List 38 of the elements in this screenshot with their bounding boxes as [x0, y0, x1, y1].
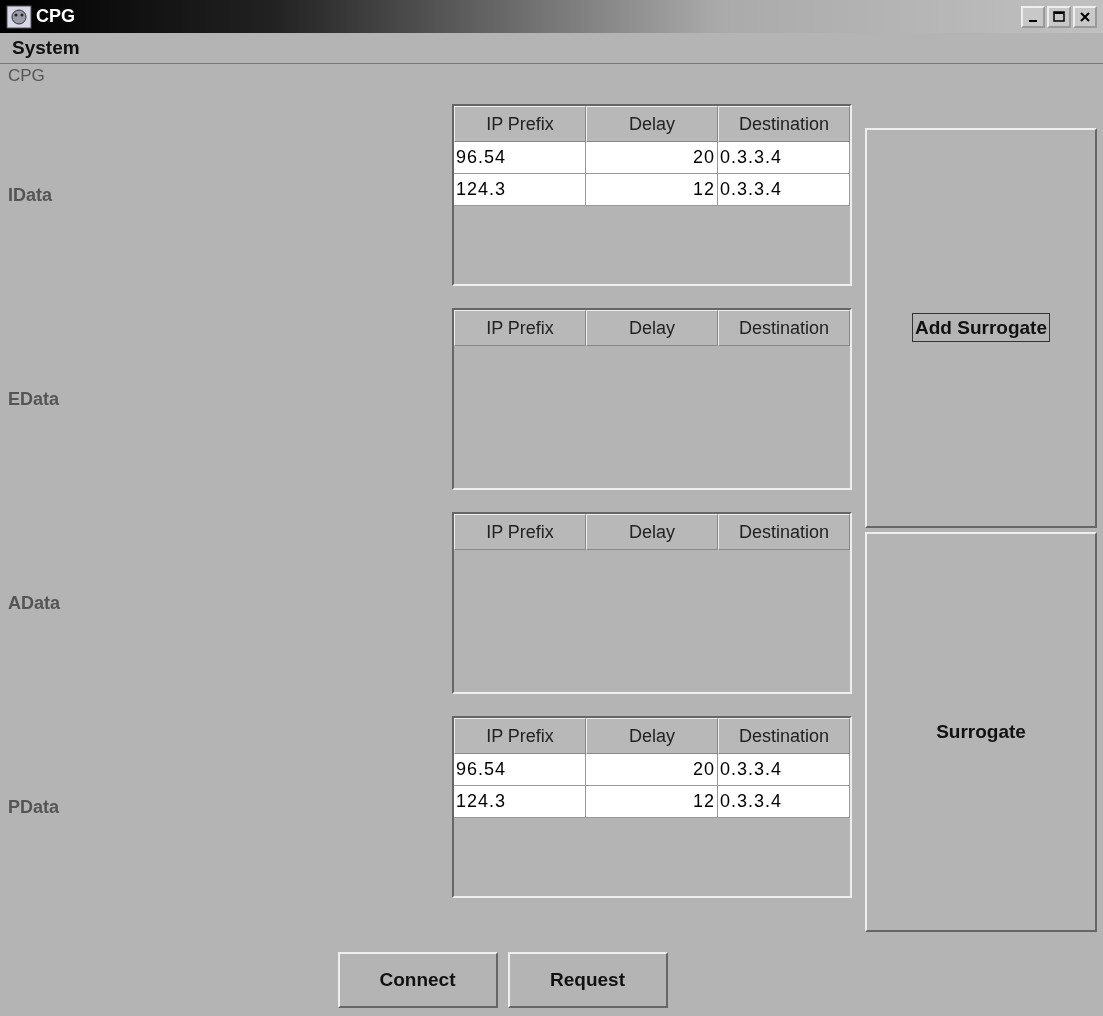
close-button[interactable] — [1073, 5, 1097, 28]
maximize-icon — [1053, 10, 1065, 23]
column-header[interactable]: Destination — [718, 310, 850, 346]
table-cell: 0.3.3.4 — [718, 786, 850, 818]
column-header[interactable]: Destination — [718, 514, 850, 550]
column-header[interactable]: IP Prefix — [454, 106, 586, 142]
side-button[interactable]: Surrogate — [865, 532, 1097, 932]
column-header[interactable]: Destination — [718, 106, 850, 142]
column-header[interactable]: Delay — [586, 310, 718, 346]
panel-label: CPG — [8, 66, 45, 86]
section-label: EData — [8, 388, 61, 410]
table-cell: 12 — [586, 786, 718, 818]
focus-outline: Add Surrogate — [912, 313, 1050, 342]
table-cell: 12 — [586, 174, 718, 206]
column-header[interactable]: Delay — [586, 718, 718, 754]
column-header[interactable]: IP Prefix — [454, 514, 586, 550]
window-title: CPG — [36, 6, 75, 27]
minimize-icon — [1029, 19, 1037, 22]
column-header[interactable]: IP Prefix — [454, 718, 586, 754]
column-header[interactable]: Destination — [718, 718, 850, 754]
menu-item[interactable]: System — [8, 37, 84, 59]
side-button[interactable]: Add Surrogate — [865, 128, 1097, 528]
minimize-button[interactable] — [1021, 5, 1045, 28]
close-icon — [1079, 10, 1091, 23]
section-label: PData — [8, 796, 61, 818]
column-header[interactable]: Delay — [586, 106, 718, 142]
action-button[interactable]: Request — [507, 952, 668, 1008]
section-label: IData — [8, 184, 53, 206]
table-cell: 0.3.3.4 — [718, 174, 850, 206]
focus-outline: Surrogate — [935, 720, 1027, 744]
action-button[interactable]: Connect — [337, 952, 498, 1008]
table-cell: 124.3 — [454, 786, 586, 818]
app-icon — [6, 4, 32, 29]
section-label: AData — [8, 592, 61, 614]
maximize-button[interactable] — [1047, 5, 1071, 28]
table-cell: 124.3 — [454, 174, 586, 206]
column-header[interactable]: Delay — [586, 514, 718, 550]
column-header[interactable]: IP Prefix — [454, 310, 586, 346]
